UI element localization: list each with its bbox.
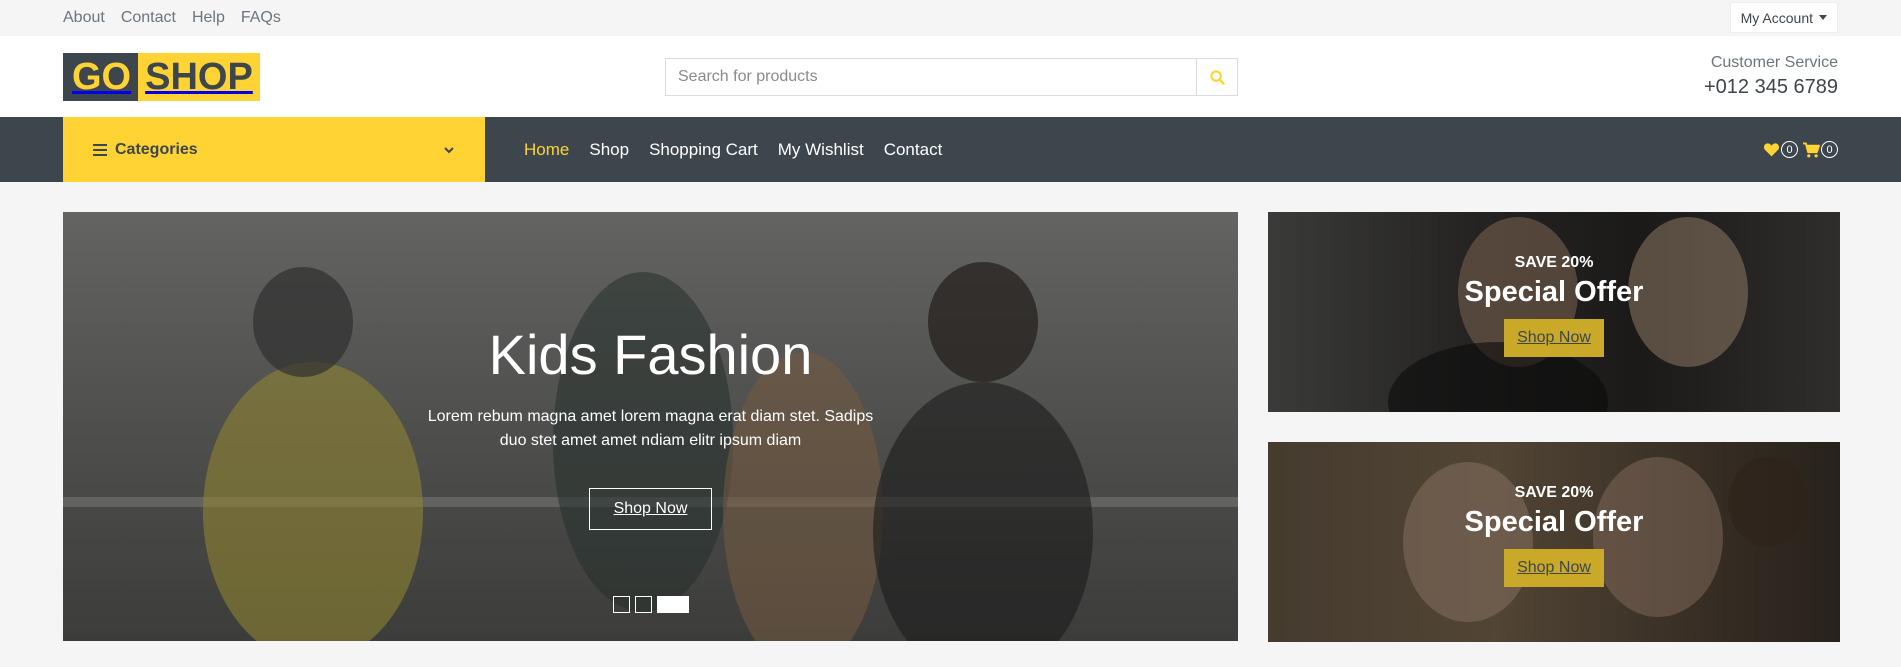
carousel-indicators	[63, 596, 1238, 613]
nav-shopping-cart[interactable]: Shopping Cart	[649, 140, 758, 160]
carousel-indicator-1[interactable]	[612, 596, 630, 613]
offer-shop-now-button-2[interactable]: Shop Now	[1504, 549, 1604, 587]
search-icon	[1209, 69, 1225, 85]
shopping-cart-icon	[1803, 142, 1820, 157]
hero-description: Lorem rebum magna amet lorem magna erat …	[427, 408, 874, 449]
top-links: About Contact Help FAQs	[63, 0, 281, 36]
offer-banner-1: SAVE 20% Special Offer Shop Now	[1268, 212, 1840, 412]
carousel-indicator-3[interactable]	[656, 596, 689, 613]
top-bar: About Contact Help FAQs My Account	[0, 0, 1901, 36]
nav-home[interactable]: Home	[524, 140, 569, 160]
hero-carousel[interactable]: Kids Fashion Lorem rebum magna amet lore…	[63, 212, 1238, 641]
offer-caption-1: SAVE 20% Special Offer Shop Now	[1268, 254, 1840, 357]
nav-shop[interactable]: Shop	[589, 140, 629, 160]
offer-save-1: SAVE 20%	[1514, 254, 1594, 271]
bars-icon	[93, 141, 107, 159]
offer-save-2: SAVE 20%	[1514, 484, 1594, 501]
top-link-faqs[interactable]: FAQs	[241, 9, 281, 27]
search-input[interactable]	[665, 58, 1196, 96]
hero-title: Kids Fashion	[488, 323, 813, 386]
categories-toggle[interactable]: Categories	[63, 117, 485, 182]
chevron-down-icon	[444, 146, 454, 153]
wishlist-button[interactable]: 0	[1763, 141, 1798, 158]
logo-part-go: GO	[63, 53, 139, 101]
wishlist-count-badge: 0	[1781, 141, 1798, 158]
cart-button[interactable]: 0	[1802, 141, 1838, 158]
search-button[interactable]	[1196, 58, 1238, 96]
my-account-label: My Account	[1740, 9, 1813, 26]
main-menu: Home Shop Shopping Cart My Wishlist Cont…	[524, 117, 942, 182]
logo[interactable]: GO SHOP	[63, 53, 260, 101]
header: GO SHOP Customer Service +012 345 6789	[0, 36, 1901, 117]
cart-count-badge: 0	[1821, 141, 1838, 158]
nav-icons: 0 0	[1763, 117, 1838, 182]
nav-contact[interactable]: Contact	[884, 140, 943, 160]
heart-icon	[1763, 143, 1780, 157]
caret-down-icon	[1819, 15, 1827, 20]
logo-part-shop: SHOP	[138, 53, 260, 101]
nav-my-wishlist[interactable]: My Wishlist	[778, 140, 864, 160]
search-bar	[665, 58, 1238, 96]
top-link-help[interactable]: Help	[192, 9, 225, 27]
offer-caption-2: SAVE 20% Special Offer Shop Now	[1268, 484, 1840, 587]
offer-title-2: Special Offer	[1464, 506, 1644, 538]
customer-service-label: Customer Service	[1710, 54, 1838, 71]
categories-label: Categories	[115, 140, 198, 158]
customer-service: Customer Service +012 345 6789	[1704, 54, 1838, 99]
top-link-contact[interactable]: Contact	[121, 9, 176, 27]
navbar: Categories Home Shop Shopping Cart My Wi…	[0, 117, 1901, 182]
carousel-indicator-2[interactable]	[634, 596, 652, 613]
offer-banner-2: SAVE 20% Special Offer Shop Now	[1268, 442, 1840, 642]
offer-shop-now-button-1[interactable]: Shop Now	[1504, 319, 1604, 357]
offer-title-1: Special Offer	[1464, 276, 1644, 308]
my-account-dropdown[interactable]: My Account	[1729, 2, 1838, 33]
hero-caption: Kids Fashion Lorem rebum magna amet lore…	[63, 322, 1238, 530]
hero-shop-now-button[interactable]: Shop Now	[588, 488, 713, 530]
top-link-about[interactable]: About	[63, 9, 105, 27]
customer-service-phone: +012 345 6789	[1703, 76, 1838, 98]
